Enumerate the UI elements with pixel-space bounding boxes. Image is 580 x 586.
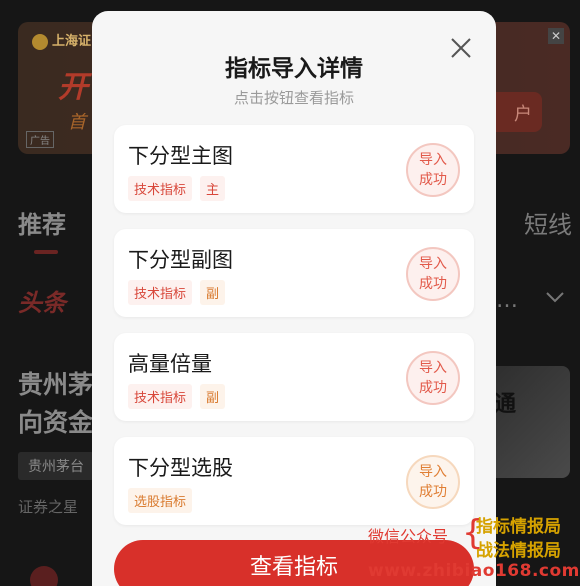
news-title[interactable]: 贵州茅 向资金	[18, 366, 93, 442]
feed-brand: 头条	[18, 289, 66, 317]
indicator-tags: 选股指标	[128, 488, 193, 513]
indicator-tag: 主	[200, 176, 226, 201]
watermark-url: www.zhibiao168.com	[368, 561, 580, 581]
avatar-icon[interactable]	[30, 566, 58, 586]
stamp-line1: 导入	[419, 152, 447, 168]
ad-headline: 开	[58, 70, 88, 105]
indicator-tag: 选股指标	[128, 488, 193, 513]
watermark: 微信公众号 { 指标情报局 战法情报局 www.zhibiao168.com	[368, 512, 580, 586]
import-success-stamp: 导入 成功	[406, 143, 460, 197]
indicator-name: 高量倍量	[128, 352, 212, 376]
stamp-line1: 导入	[419, 360, 447, 376]
ad-logo-text: 上海证	[52, 34, 92, 49]
indicator-tag: 副	[200, 384, 226, 409]
tab-active-indicator	[34, 250, 58, 254]
stamp-line1: 导入	[419, 464, 447, 480]
indicator-card[interactable]: 高量倍量 技术指标 副 导入 成功	[114, 333, 474, 421]
import-success-stamp: 导入 成功	[406, 247, 460, 301]
watermark-left: 微信公众号	[368, 527, 449, 546]
indicator-tag: 技术指标	[128, 384, 193, 409]
news-tag[interactable]: 贵州茅台	[18, 452, 94, 480]
stamp-line2: 成功	[419, 380, 447, 396]
indicator-tag: 技术指标	[128, 176, 193, 201]
import-success-stamp: 导入 成功	[406, 455, 460, 509]
stamp-line2: 成功	[419, 484, 447, 500]
ad-subline: 首	[68, 112, 86, 133]
chevron-down-icon[interactable]	[544, 286, 566, 308]
indicator-card[interactable]: 下分型主图 技术指标 主 导入 成功	[114, 125, 474, 213]
news-title-line2: 向资金	[18, 408, 94, 437]
news-title-line1: 贵州茅	[18, 370, 94, 399]
stamp-line1: 导入	[419, 256, 447, 272]
brand-logo-icon	[32, 33, 48, 50]
indicator-name: 下分型副图	[128, 248, 233, 272]
import-success-stamp: 导入 成功	[406, 351, 460, 405]
dialog-title: 指标导入详情	[225, 56, 363, 82]
indicator-tag: 技术指标	[128, 280, 193, 305]
news-thumbnail-text: 通	[494, 392, 517, 417]
indicator-name: 下分型主图	[128, 144, 233, 168]
ad-logo: 上海证	[32, 30, 91, 50]
indicator-card[interactable]: 下分型副图 技术指标 副 导入 成功	[114, 229, 474, 317]
watermark-line2: 战法情报局	[476, 541, 561, 561]
dialog-subtitle: 点击按钮查看指标	[233, 89, 354, 107]
import-details-dialog: 指标导入详情 点击按钮查看指标 下分型主图 技术指标 主 导入 成功 下分型副图…	[92, 11, 496, 586]
stamp-line2: 成功	[419, 276, 447, 292]
tab-short[interactable]: 短线	[524, 205, 572, 240]
more-icon[interactable]: …	[496, 288, 518, 313]
stamp-line2: 成功	[419, 172, 447, 188]
ad-close-icon[interactable]: ✕	[548, 28, 564, 44]
close-icon[interactable]	[448, 35, 474, 61]
indicator-name: 下分型选股	[128, 456, 233, 480]
watermark-line1: 指标情报局	[476, 517, 561, 537]
indicator-tags: 技术指标 副	[128, 280, 226, 305]
indicator-tags: 技术指标 副	[128, 384, 226, 409]
indicator-tag: 副	[200, 280, 226, 305]
ad-label: 广告	[26, 131, 54, 148]
news-source: 证券之星	[18, 498, 79, 516]
indicator-tags: 技术指标 主	[128, 176, 226, 201]
tab-recommend[interactable]: 推荐	[18, 205, 66, 240]
